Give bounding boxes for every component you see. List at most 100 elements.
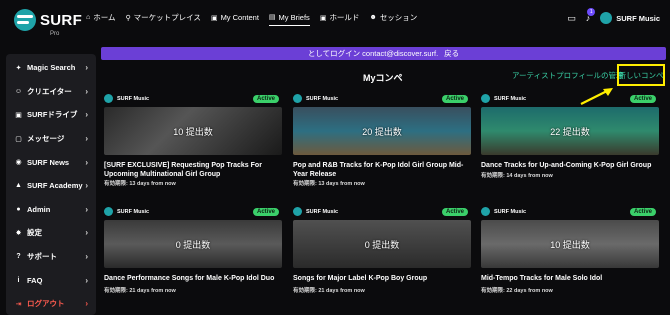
sidebar-item-surf-news[interactable]: ◉ SURF News › — [6, 150, 96, 174]
chevron-right-icon: › — [85, 228, 88, 238]
page-title: Myコンペ — [363, 73, 403, 83]
sidebar-item-label: ログアウト — [27, 299, 65, 309]
sidebar-item-label: クリエイター — [27, 86, 72, 96]
card-deadline: 有効期限: 13 days from now — [293, 181, 365, 187]
window-icon[interactable]: ▭ — [567, 13, 576, 24]
sidebar-item-surf-drive[interactable]: ▣ SURFドライブ › — [6, 103, 96, 127]
card-title[interactable]: Songs for Major Label K-Pop Boy Group — [293, 275, 471, 284]
chevron-right-icon: › — [85, 275, 88, 285]
document-icon: ▤ — [268, 14, 276, 21]
info-icon: i — [17, 276, 20, 284]
card-title[interactable]: Mid-Tempo Tracks for Male Solo Idol — [481, 275, 659, 284]
card-brand: SURF Music — [494, 208, 527, 215]
banner-back-link[interactable]: 戻る — [444, 48, 459, 59]
nav-home[interactable]: ⌂ ホーム — [86, 12, 116, 26]
card-deadline: 有効期限: 22 days from now — [481, 288, 553, 294]
chevron-right-icon: › — [85, 110, 88, 120]
sidebar-item-messages[interactable]: ▢ メッセージ › — [6, 127, 96, 151]
chevron-right-icon: › — [85, 157, 88, 167]
sidebar-item-label: FAQ — [27, 275, 43, 285]
admin-icon: ● — [16, 205, 21, 213]
card-image: 10 提出数 — [481, 220, 659, 268]
chevron-right-icon: › — [85, 86, 88, 96]
surf-logo-icon — [481, 207, 490, 216]
logo-text: SURF — [40, 11, 83, 29]
top-bar: SURF Pro ⌂ ホーム ⚲ マーケットプレイス ▣ My Content … — [0, 0, 670, 40]
avatar — [600, 12, 613, 24]
status-badge: Active — [252, 94, 279, 103]
card-deadline: 有効期限: 21 days from now — [293, 288, 365, 294]
card-brand: SURF Music — [117, 95, 150, 102]
card-image: 20 提出数 — [293, 107, 471, 155]
surf-logo-icon — [293, 94, 302, 103]
settings-icon: ✸ — [15, 229, 22, 237]
notification-count: 1 — [587, 8, 596, 16]
sidebar-item-settings[interactable]: ✸ 設定 › — [6, 221, 96, 245]
card-brand: SURF Music — [306, 95, 339, 102]
status-badge: Active — [629, 207, 656, 216]
users-icon: ☺ — [14, 87, 23, 95]
magic-icon: ✦ — [15, 64, 22, 72]
manage-artist-profile-link[interactable]: アーティストプロフィールの管理 — [512, 70, 623, 81]
sidebar-item-label: Admin — [27, 204, 51, 214]
submission-count: 22 提出数 — [550, 126, 590, 137]
sidebar-item-admin[interactable]: ● Admin › — [6, 198, 96, 222]
surf-logo-icon — [104, 94, 113, 103]
nav-label: My Content — [220, 13, 259, 22]
user-menu[interactable]: SURF Music — [600, 12, 660, 24]
brief-card[interactable]: SURF Music Active 0 提出数 Songs for Major L… — [290, 204, 471, 314]
chevron-right-icon: › — [85, 252, 88, 262]
card-deadline: 有効期限: 21 days from now — [104, 288, 176, 294]
brief-card[interactable]: SURF Music Active 10 提出数 [SURF EXCLUSIVE]… — [101, 91, 282, 201]
status-badge: Active — [629, 94, 656, 103]
chevron-right-icon: › — [85, 63, 88, 73]
sidebar-item-creators[interactable]: ☺ クリエイター › — [6, 80, 96, 104]
sidebar-item-faq[interactable]: i FAQ › — [6, 268, 96, 292]
sidebar-item-label: SURF Academy — [27, 181, 83, 191]
card-title[interactable]: Dance Tracks for Up-and-Coming K-Pop Gir… — [481, 162, 659, 171]
sidebar-item-logout[interactable]: ⇥ ログアウト › — [6, 292, 96, 315]
sidebar-item-label: SURF News — [27, 157, 70, 167]
notification-bell[interactable]: ♪ 1 — [586, 8, 596, 23]
sidebar-item-support[interactable]: ? サポート › — [6, 245, 96, 269]
main-content: としてログイン contact@discover.surf. 戻る Myコンペ … — [101, 44, 670, 315]
card-title[interactable]: Pop and R&B Tracks for K-Pop Idol Girl G… — [293, 162, 471, 179]
main-nav: ⌂ ホーム ⚲ マーケットプレイス ▣ My Content ▤ My Brie… — [86, 12, 417, 26]
card-brand: SURF Music — [494, 95, 527, 102]
users-icon: ☻ — [369, 14, 377, 21]
submission-count: 10 提出数 — [550, 239, 590, 250]
lock-icon: ▣ — [319, 14, 327, 22]
surf-logo-mark-icon — [14, 9, 36, 31]
chevron-right-icon: › — [85, 181, 88, 191]
surf-logo[interactable]: SURF Pro — [14, 9, 83, 37]
brief-card[interactable]: SURF Music Active 20 提出数 Pop and R&B Trac… — [290, 91, 471, 201]
card-title[interactable]: [SURF EXCLUSIVE] Requesting Pop Tracks F… — [104, 162, 282, 179]
sidebar-item-magic-search[interactable]: ✦ Magic Search › — [6, 56, 96, 80]
sidebar: ✦ Magic Search › ☺ クリエイター › ▣ SURFドライブ › ▢ メ… — [6, 54, 96, 315]
brief-card[interactable]: SURF Music Active 10 提出数 Mid-Tempo Tracks… — [478, 204, 659, 314]
submission-count: 0 提出数 — [175, 239, 211, 250]
card-title[interactable]: Dance Performance Songs for Male K-Pop I… — [104, 275, 282, 284]
new-competition-button[interactable]: 新しいコンペ — [617, 64, 665, 86]
nav-label: セッション — [379, 13, 418, 22]
surf-logo-icon — [293, 207, 302, 216]
sidebar-item-label: サポート — [27, 252, 57, 262]
submission-count: 10 提出数 — [173, 126, 213, 137]
submission-count: 0 提出数 — [364, 239, 400, 250]
drive-icon: ▣ — [15, 111, 22, 119]
nav-marketplace[interactable]: ⚲ マーケットプレイス — [126, 12, 201, 26]
brief-card[interactable]: SURF Music Active 0 提出数 Dance Performance… — [101, 204, 282, 314]
status-badge: Active — [441, 94, 468, 103]
nav-sessions[interactable]: ☻ セッション — [369, 12, 417, 26]
sidebar-item-surf-academy[interactable]: ▲ SURF Academy › — [6, 174, 96, 198]
banner-text: としてログイン contact@discover.surf. — [307, 49, 439, 58]
card-image: 22 提出数 — [481, 107, 659, 155]
nav-hold[interactable]: ▣ ホールド — [320, 12, 360, 26]
nav-label: ホールド — [329, 13, 360, 22]
help-icon: ? — [16, 253, 21, 261]
nav-my-briefs[interactable]: ▤ My Briefs — [268, 12, 310, 26]
card-deadline: 有効期限: 13 days from now — [104, 181, 176, 187]
nav-my-content[interactable]: ▣ My Content — [211, 12, 259, 26]
logo-sub: Pro — [50, 31, 60, 37]
brief-card[interactable]: SURF Music Active 22 提出数 Dance Tracks for… — [478, 91, 659, 201]
